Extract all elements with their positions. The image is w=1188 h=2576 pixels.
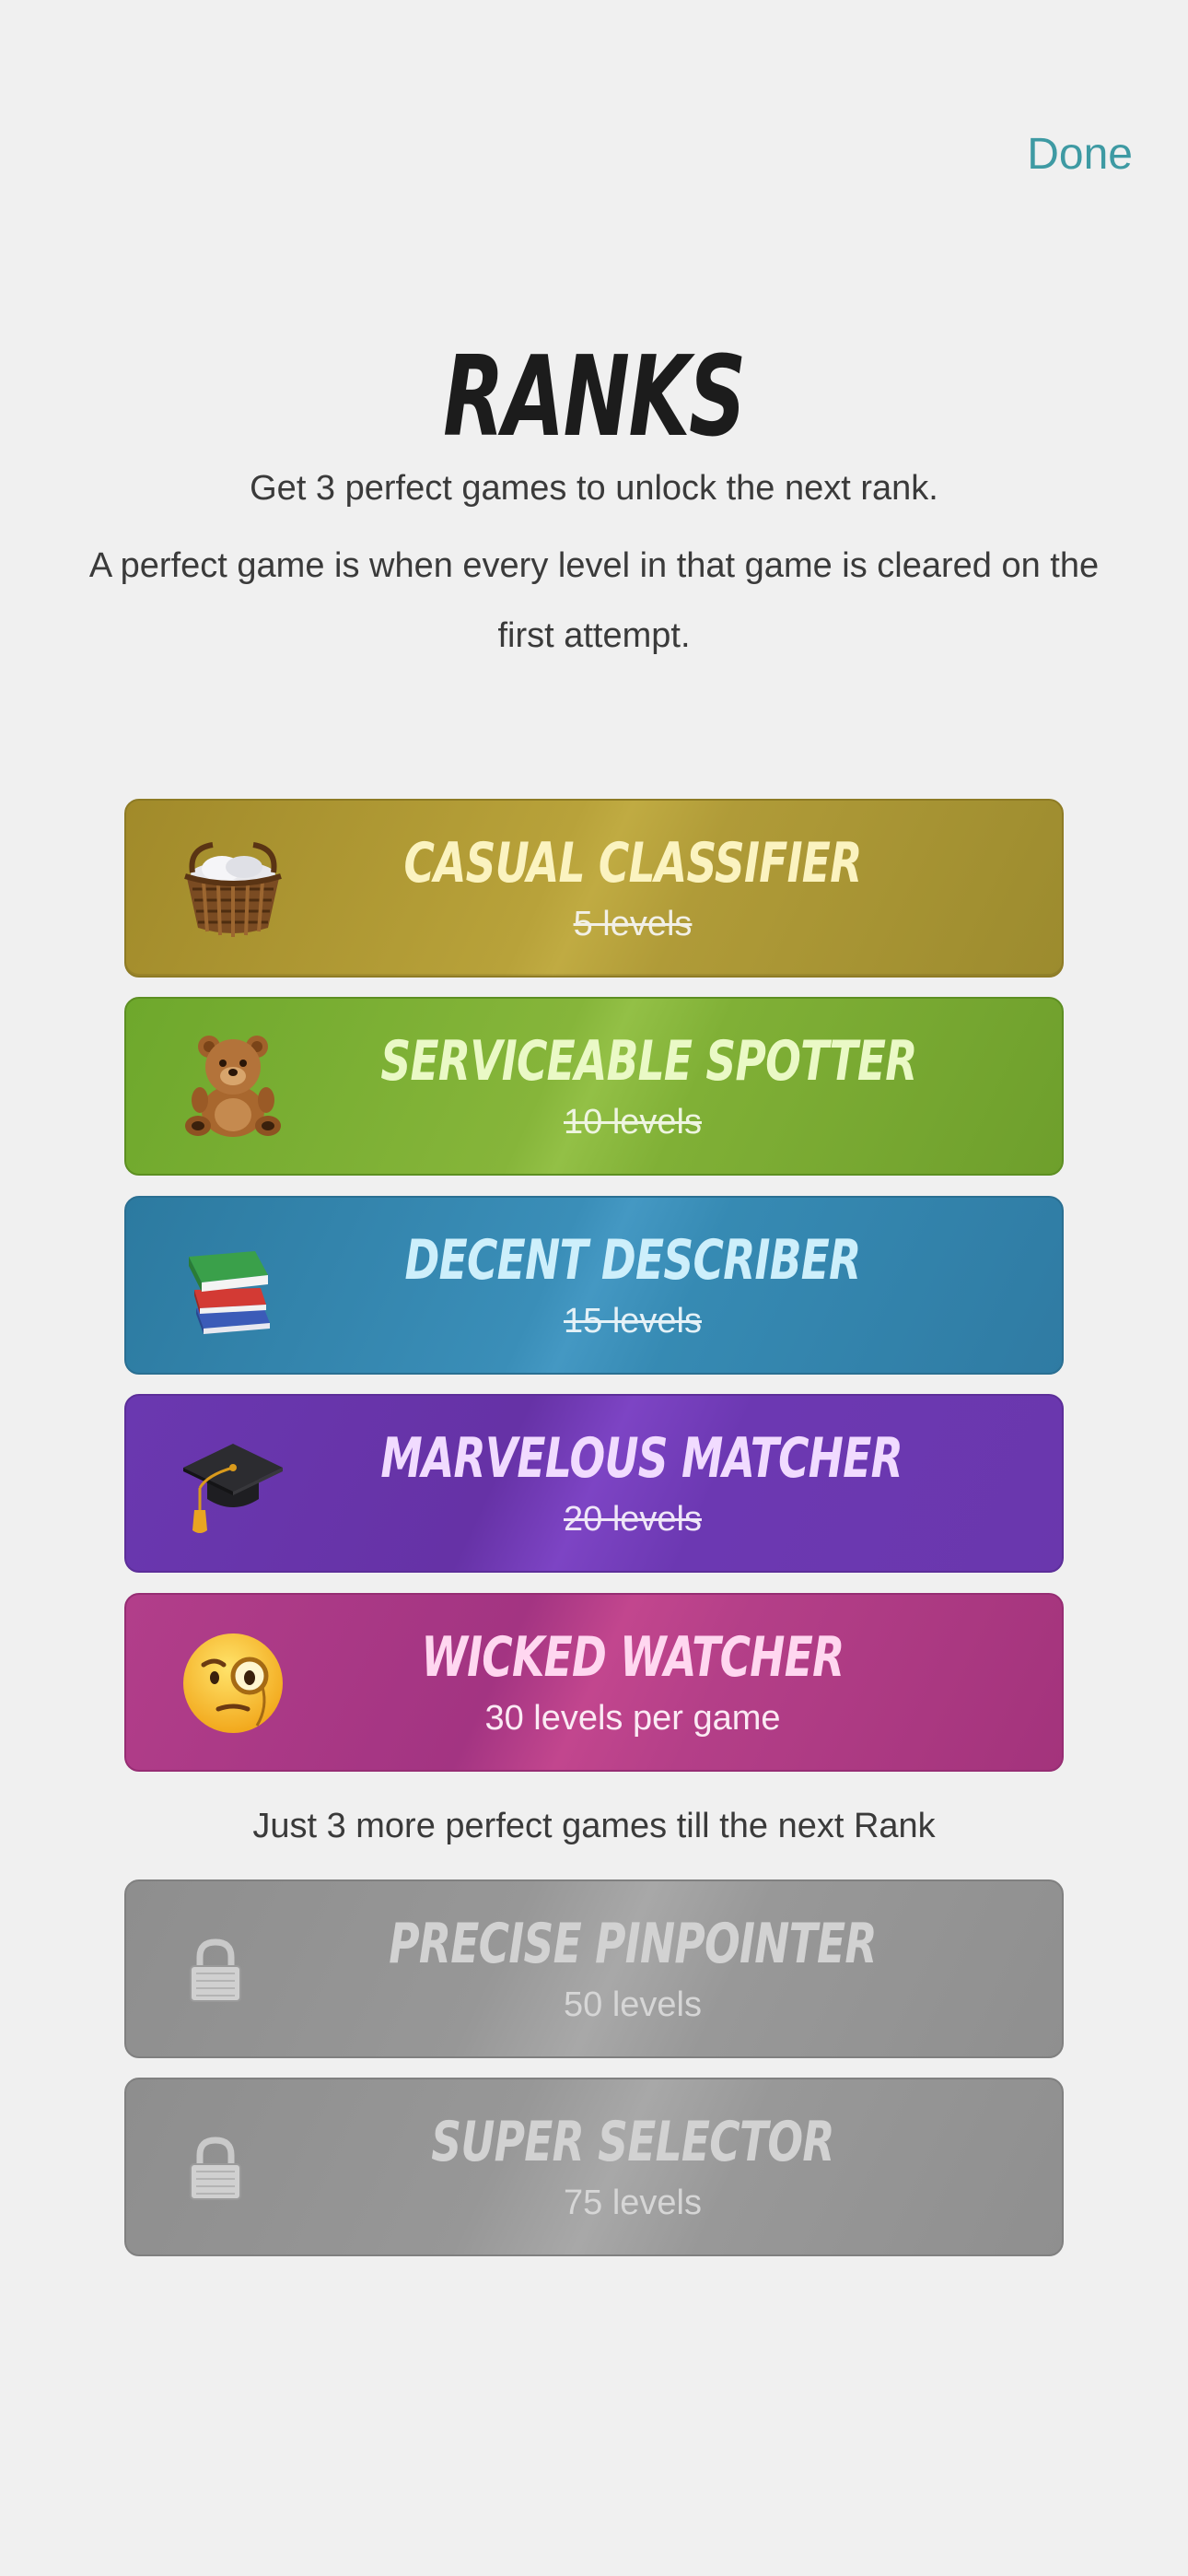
rank-card-wicked-watcher[interactable]: WICKED WATCHER 30 levels per game [124,1593,1064,1772]
rank-card-casual-classifier[interactable]: CASUAL CLASSIFIER 5 levels [124,799,1064,978]
rank-levels: 30 levels per game [484,1699,781,1738]
books-icon [189,1251,270,1334]
intro-line-unlock: Get 3 perfect games to unlock the next r… [250,469,938,508]
rank-levels: 10 levels [564,1103,702,1142]
lock-icon [190,1938,241,2002]
rank-card-precise-pinpointer: PRECISE PINPOINTER 50 levels [124,1879,1064,2058]
rank-name: SERVICEABLE SPOTTER [380,1029,917,1094]
teddy-bear-icon [185,1036,281,1137]
rank-levels: 5 levels [573,905,693,943]
page-title: RANKS [443,334,746,462]
intro-text: Get 3 perfect games to unlock the next r… [64,461,1124,671]
rank-name: MARVELOUS MATCHER [380,1426,903,1491]
laundry-basket-icon [184,842,282,937]
rank-card-decent-describer[interactable]: DECENT DESCRIBER 15 levels [124,1196,1064,1375]
rank-name: CASUAL CLASSIFIER [403,831,862,896]
graduation-cap-icon [183,1444,283,1533]
rank-name: PRECISE PINPOINTER [389,1912,877,1976]
rank-card-super-selector: SUPER SELECTOR 75 levels [124,2078,1064,2256]
rank-levels: 50 levels [564,1985,702,2024]
rank-name: SUPER SELECTOR [431,2110,834,2174]
intro-line-perfect-game: A perfect game is when every level in th… [88,546,1100,655]
rank-card-serviceable-spotter[interactable]: SERVICEABLE SPOTTER 10 levels [124,997,1064,1176]
rank-card-marvelous-matcher[interactable]: MARVELOUS MATCHER 20 levels [124,1394,1064,1573]
done-button[interactable]: Done [1027,127,1133,182]
rank-levels: 20 levels [564,1500,702,1539]
rank-levels: 15 levels [564,1302,702,1341]
lock-icon [190,2137,241,2200]
rank-name: DECENT DESCRIBER [404,1228,861,1293]
rank-name: WICKED WATCHER [421,1625,845,1690]
rank-levels: 75 levels [564,2184,702,2222]
face-with-monocle-icon [183,1633,283,1733]
next-rank-note: Just 3 more perfect games till the next … [252,1807,936,1845]
